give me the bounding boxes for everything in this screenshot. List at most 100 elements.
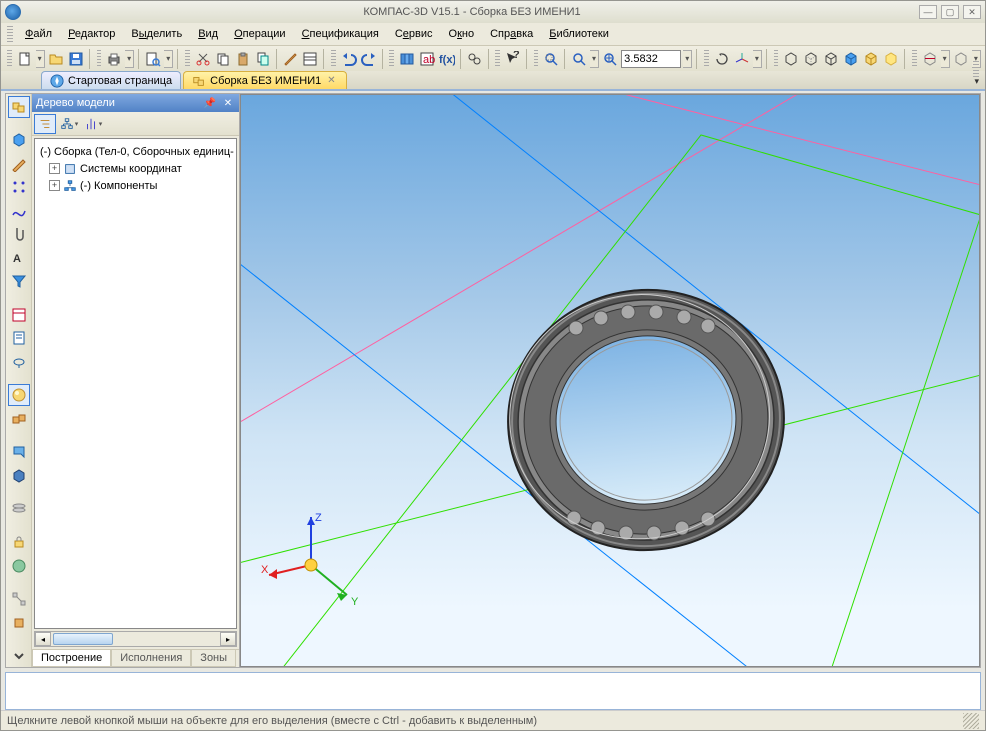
menu-help[interactable]: Справка [482,26,541,42]
toolbar-grip-6[interactable] [495,50,500,68]
expander-coords[interactable]: + [49,163,60,174]
tree-mode-button[interactable] [34,114,56,134]
vars-button[interactable]: ab [418,48,436,70]
tree-hier-button[interactable]: ▾ [58,114,80,134]
menu-select[interactable]: Выделить [123,26,190,42]
zoom-input[interactable] [621,50,681,68]
new-dropdown[interactable]: ▾ [36,50,45,68]
right-toolbar-grip[interactable] [973,61,979,79]
tool-cube-button[interactable] [8,129,30,151]
hidden-lines-button[interactable] [802,48,820,70]
tool-world-button[interactable] [8,555,30,577]
tool-layers-button[interactable] [8,498,30,520]
tool-curve-button[interactable] [8,200,30,222]
minimize-button[interactable]: — [919,5,937,19]
toolbar-grip-7[interactable] [534,50,539,68]
panel-pin-button[interactable]: 📌 [203,96,217,110]
toolbar-grip-8[interactable] [704,50,709,68]
toolbar-grip-2[interactable] [97,50,102,68]
help-button[interactable]: ? [504,48,522,70]
tab-exec[interactable]: Исполнения [111,650,191,667]
tab-close-button[interactable]: ✕ [325,75,337,86]
shaded-button[interactable] [842,48,860,70]
no-hidden-button[interactable] [822,48,840,70]
preview-button[interactable] [144,48,162,70]
properties-button[interactable] [301,48,319,70]
tab-build[interactable]: Построение [32,650,111,667]
menu-service[interactable]: Сервис [387,26,441,42]
tool-sheet-button[interactable] [8,441,30,463]
menu-operations[interactable]: Операции [226,26,293,42]
libs-button[interactable] [398,48,416,70]
toolbar-grip-10[interactable] [912,50,917,68]
menu-window[interactable]: Окно [441,26,483,42]
tree-filter-button[interactable]: ▾ [82,114,104,134]
menubar-grip[interactable] [7,26,13,42]
tool-render-button[interactable] [8,384,30,406]
tool-assy-button[interactable] [8,612,30,634]
section-button[interactable] [921,48,939,70]
hscroll-right[interactable]: ▸ [220,632,236,646]
toolbar-grip-4[interactable] [331,50,336,68]
menu-spec[interactable]: Спецификация [294,26,387,42]
panel-hscroll[interactable]: ◂ ▸ [34,631,237,647]
simplify-button[interactable] [952,48,970,70]
copy-button[interactable] [214,48,232,70]
3d-viewport[interactable]: Z X Y [240,94,980,667]
hscroll-thumb[interactable] [53,633,113,645]
toolbar-grip-5[interactable] [389,50,394,68]
open-button[interactable] [47,48,65,70]
redo-button[interactable] [360,48,378,70]
tree-components[interactable]: + (-) Компоненты [37,177,234,194]
section-dropdown[interactable]: ▾ [941,50,950,68]
save-button[interactable] [67,48,85,70]
panel-header[interactable]: Дерево модели 📌 ✕ [32,94,239,112]
model-tree[interactable]: (-) Сборка (Тел-0, Сборочных единиц-1) +… [34,138,237,629]
resize-grip[interactable] [963,713,979,729]
toolbar-grip[interactable] [7,50,12,68]
cut-button[interactable] [194,48,212,70]
zoom-value-dropdown[interactable]: ▾ [683,50,692,68]
orient-button[interactable] [733,48,751,70]
panel-close-button[interactable]: ✕ [221,96,235,110]
tool-spec-button[interactable] [8,304,30,326]
tool-lock-button[interactable] [8,532,30,554]
maximize-button[interactable]: ▢ [941,5,959,19]
tab-start[interactable]: Стартовая страница [41,71,181,89]
print-dropdown[interactable]: ▾ [125,50,134,68]
new-button[interactable] [16,48,34,70]
brush-button[interactable] [281,48,299,70]
zoom-fit-button[interactable] [542,48,560,70]
preview-dropdown[interactable]: ▾ [164,50,173,68]
edit-assembly-button[interactable] [8,96,30,118]
toolbar-grip-3[interactable] [185,50,190,68]
orient-dropdown[interactable]: ▾ [753,50,762,68]
menu-edit[interactable]: Редактор [60,26,123,42]
tree-root[interactable]: (-) Сборка (Тел-0, Сборочных единиц-1) [37,143,234,160]
tab-assembly[interactable]: Сборка БЕЗ ИМЕНИ1 ✕ [183,71,347,89]
tool-clip-button[interactable] [8,224,30,246]
tool-measure-button[interactable] [8,351,30,373]
zoom-dropdown[interactable]: ▾ [590,50,599,68]
fx-button[interactable]: f(x) [438,48,456,70]
tool-text-button[interactable]: A [8,247,30,269]
close-button[interactable]: ✕ [963,5,981,19]
tab-zones[interactable]: Зоны [191,650,236,667]
menu-file[interactable]: Файл [17,26,60,42]
zoom-in-button[interactable] [601,48,619,70]
print-button[interactable] [105,48,123,70]
tool-report-button[interactable] [8,328,30,350]
zoom-window-button[interactable] [570,48,588,70]
expander-components[interactable]: + [49,180,60,191]
tool-dots-button[interactable] [8,176,30,198]
paste-button[interactable] [234,48,252,70]
tree-coords[interactable]: + Системы координат [37,160,234,177]
hscroll-left[interactable]: ◂ [35,632,51,646]
tool-filter-button[interactable] [8,271,30,293]
menu-view[interactable]: Вид [190,26,226,42]
perspective-button[interactable] [882,48,900,70]
shaded-edges-button[interactable] [862,48,880,70]
rotate-button[interactable] [713,48,731,70]
tool-explode-button[interactable] [8,589,30,611]
wireframe-button[interactable] [782,48,800,70]
